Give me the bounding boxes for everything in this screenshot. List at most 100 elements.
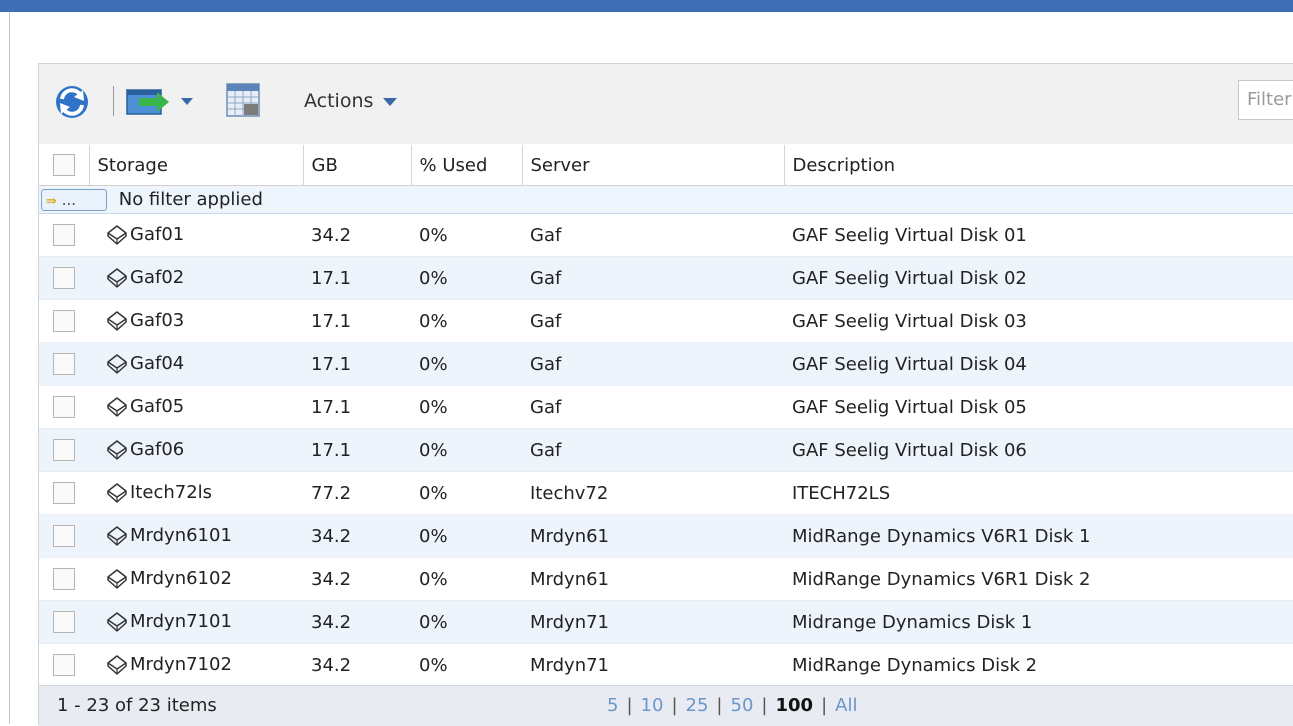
row-checkbox-cell	[39, 428, 89, 472]
pager-separator: |	[626, 695, 633, 716]
item-count: 1 - 23 of 23 items	[57, 695, 217, 716]
row-checkbox-cell	[39, 600, 89, 644]
used-cell: 0%	[411, 600, 522, 644]
server-cell: Mrdyn61	[522, 514, 784, 558]
virtual-disk-icon	[107, 311, 127, 331]
storage-cell[interactable]: Mrdyn7101	[89, 600, 303, 644]
virtual-disk-icon	[107, 612, 127, 632]
gb-cell: 17.1	[303, 256, 411, 300]
filter-options-button[interactable]: ⇛ ...	[41, 188, 107, 211]
used-cell: 0%	[411, 557, 522, 601]
server-cell: Itechv72	[522, 471, 784, 515]
actions-label: Actions	[304, 90, 374, 112]
used-cell: 0%	[411, 428, 522, 472]
row-checkbox[interactable]	[53, 353, 75, 375]
server-cell: Gaf	[522, 213, 784, 257]
description-cell: GAF Seelig Virtual Disk 06	[784, 428, 1293, 472]
row-checkbox-cell	[39, 557, 89, 601]
toolbar-separator	[113, 86, 114, 116]
row-checkbox-cell	[39, 256, 89, 300]
gb-cell: 34.2	[303, 557, 411, 601]
column-header-used[interactable]: % Used	[411, 145, 523, 186]
description-cell: MidRange Dynamics Disk 2	[784, 643, 1293, 687]
column-header-description[interactable]: Description	[784, 145, 1293, 186]
storage-cell[interactable]: Gaf02	[89, 256, 303, 300]
virtual-disk-icon	[107, 225, 127, 245]
server-cell: Gaf	[522, 385, 784, 429]
table-row[interactable]: Gaf04 17.1 0% Gaf GAF Seelig Virtual Disk 04	[39, 342, 1293, 386]
left-border	[9, 12, 10, 724]
server-cell: Mrdyn61	[522, 557, 784, 601]
pager-separator: |	[761, 695, 768, 716]
page-size-option[interactable]: 5	[607, 695, 618, 716]
row-checkbox[interactable]	[53, 224, 75, 246]
row-checkbox[interactable]	[53, 611, 75, 633]
page-size-option[interactable]: All	[835, 695, 857, 716]
storage-cell[interactable]: Gaf01	[89, 213, 303, 257]
filter-status-text: No filter applied	[118, 188, 263, 210]
storage-table: Storage GB % Used Server Description ⇛ .…	[39, 145, 1293, 687]
virtual-disk-icon	[107, 354, 127, 374]
actions-menu[interactable]: Actions	[304, 90, 398, 112]
table-row[interactable]: Gaf01 34.2 0% Gaf GAF Seelig Virtual Disk 01	[39, 213, 1293, 257]
gb-cell: 34.2	[303, 213, 411, 257]
virtual-disk-icon	[107, 397, 127, 417]
page-size-option[interactable]: 25	[686, 695, 709, 716]
description-cell: GAF Seelig Virtual Disk 01	[784, 213, 1293, 257]
storage-cell[interactable]: Gaf06	[89, 428, 303, 472]
storage-cell[interactable]: Itech72ls	[89, 471, 303, 515]
gb-cell: 17.1	[303, 299, 411, 343]
export-dropdown-icon[interactable]	[181, 98, 193, 105]
table-row[interactable]: Gaf05 17.1 0% Gaf GAF Seelig Virtual Disk 05	[39, 385, 1293, 429]
storage-name: Mrdyn6102	[130, 568, 232, 589]
gb-cell: 34.2	[303, 643, 411, 687]
gb-cell: 17.1	[303, 342, 411, 386]
export-icon[interactable]	[125, 84, 177, 120]
storage-name: Itech72ls	[130, 482, 213, 503]
column-header-storage[interactable]: Storage	[89, 145, 304, 186]
column-header-server[interactable]: Server	[522, 145, 785, 186]
table-row[interactable]: Mrdyn7101 34.2 0% Mrdyn71 Midrange Dynamics …	[39, 600, 1293, 644]
table-row[interactable]: Itech72ls 77.2 0% Itechv72 ITECH72LS	[39, 471, 1293, 515]
description-cell: GAF Seelig Virtual Disk 04	[784, 342, 1293, 386]
calendar-icon[interactable]	[225, 82, 261, 118]
storage-cell[interactable]: Gaf04	[89, 342, 303, 386]
table-row[interactable]: Mrdyn6102 34.2 0% Mrdyn61 MidRange Dynamics …	[39, 557, 1293, 601]
filter-arrows-icon: ⇛	[46, 193, 57, 209]
storage-cell[interactable]: Mrdyn7102	[89, 643, 303, 687]
row-checkbox[interactable]	[53, 439, 75, 461]
storage-cell[interactable]: Mrdyn6101	[89, 514, 303, 558]
table-row[interactable]: Mrdyn7102 34.2 0% Mrdyn71 MidRange Dynamics …	[39, 643, 1293, 687]
table-row[interactable]: Gaf06 17.1 0% Gaf GAF Seelig Virtual Disk 06	[39, 428, 1293, 472]
page-size-option[interactable]: 10	[641, 695, 664, 716]
storage-name: Mrdyn7101	[130, 611, 232, 632]
row-checkbox[interactable]	[53, 525, 75, 547]
storage-name: Gaf06	[130, 439, 185, 460]
description-cell: GAF Seelig Virtual Disk 05	[784, 385, 1293, 429]
row-checkbox[interactable]	[53, 310, 75, 332]
storage-cell[interactable]: Gaf05	[89, 385, 303, 429]
row-checkbox[interactable]	[53, 267, 75, 289]
description-cell: GAF Seelig Virtual Disk 02	[784, 256, 1293, 300]
refresh-icon[interactable]	[52, 82, 92, 122]
row-checkbox[interactable]	[53, 568, 75, 590]
page-size-option[interactable]: 100	[775, 695, 813, 716]
virtual-disk-icon	[107, 569, 127, 589]
table-row[interactable]: Gaf02 17.1 0% Gaf GAF Seelig Virtual Disk 02	[39, 256, 1293, 300]
select-all-checkbox[interactable]	[52, 154, 75, 176]
filter-input[interactable]: Filter	[1238, 80, 1293, 120]
table-row[interactable]: Gaf03 17.1 0% Gaf GAF Seelig Virtual Disk 03	[39, 299, 1293, 343]
storage-cell[interactable]: Mrdyn6102	[89, 557, 303, 601]
table-row[interactable]: Mrdyn6101 34.2 0% Mrdyn61 MidRange Dynamics …	[39, 514, 1293, 558]
row-checkbox[interactable]	[53, 396, 75, 418]
storage-cell[interactable]: Gaf03	[89, 299, 303, 343]
row-checkbox[interactable]	[53, 654, 75, 676]
column-header-gb[interactable]: GB	[303, 145, 412, 186]
filter-status-cell: ⇛ ... No filter applied	[39, 185, 303, 214]
filter-button-label: ...	[61, 190, 76, 209]
row-checkbox[interactable]	[53, 482, 75, 504]
page-size-option[interactable]: 50	[731, 695, 754, 716]
storage-name: Gaf03	[130, 310, 185, 331]
description-cell: MidRange Dynamics V6R1 Disk 2	[784, 557, 1293, 601]
used-cell: 0%	[411, 213, 522, 257]
